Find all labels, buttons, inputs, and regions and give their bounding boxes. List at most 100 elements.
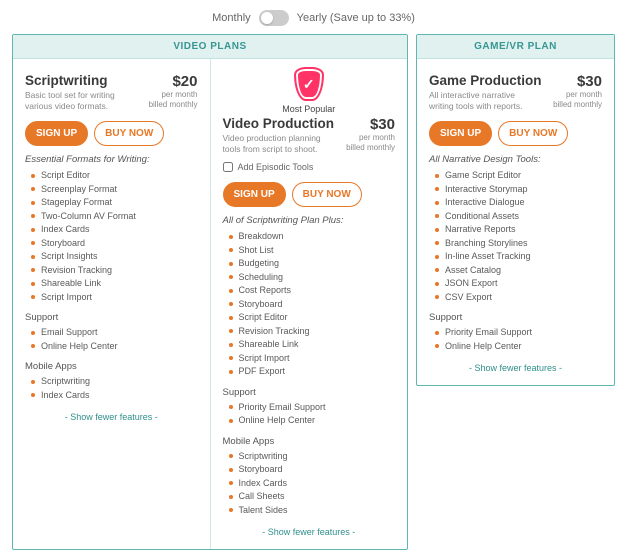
list-item: Script Import [229, 352, 396, 366]
list-item: Scriptwriting [229, 450, 396, 464]
plan-price-note: billed monthly [149, 100, 198, 110]
group-header-game: GAME/VR PLAN [417, 35, 614, 59]
list-item: Breakdown [229, 230, 396, 244]
mobile-list: ScriptwritingIndex Cards [25, 375, 198, 402]
signup-button[interactable]: SIGN UP [429, 121, 492, 146]
list-item: Budgeting [229, 257, 396, 271]
features-title: All Narrative Design Tools: [429, 154, 602, 165]
list-item: Index Cards [229, 477, 396, 491]
list-item: Storyboard [229, 298, 396, 312]
features-title: Essential Formats for Writing: [25, 154, 198, 165]
list-item: Online Help Center [31, 340, 198, 354]
plan-title: Scriptwriting [25, 73, 130, 88]
billing-toggle[interactable] [259, 10, 289, 26]
most-popular-badge: ✓ Most Popular [223, 67, 396, 114]
list-item: Index Cards [31, 389, 198, 403]
buynow-button[interactable]: BUY NOW [292, 182, 362, 207]
group-header-video: VIDEO PLANS [13, 35, 407, 59]
list-item: Index Cards [31, 223, 198, 237]
list-item: Scriptwriting [31, 375, 198, 389]
list-item: Online Help Center [229, 414, 396, 428]
support-list: Email SupportOnline Help Center [25, 326, 198, 353]
list-item: Screenplay Format [31, 183, 198, 197]
list-item: In-line Asset Tracking [435, 250, 602, 264]
list-item: Talent Sides [229, 504, 396, 518]
plan-title: Game Production [429, 73, 542, 88]
list-item: Priority Email Support [435, 326, 602, 340]
list-item: Shot List [229, 244, 396, 258]
shield-check-icon: ✓ [294, 67, 324, 101]
list-item: Revision Tracking [229, 325, 396, 339]
most-popular-label: Most Popular [282, 104, 335, 114]
plan-card-video-production: ✓ Most Popular Video Production Video pr… [210, 59, 408, 549]
billing-yearly-label: Yearly (Save up to 33%) [297, 12, 415, 24]
plan-subtitle: Video production planning tools from scr… [223, 133, 328, 154]
list-item: Interactive Storymap [435, 183, 602, 197]
plan-price: $30 [553, 73, 602, 90]
list-item: Email Support [31, 326, 198, 340]
signup-button[interactable]: SIGN UP [223, 182, 286, 207]
list-item: Script Editor [229, 311, 396, 325]
plan-price-note: billed monthly [346, 143, 395, 153]
plan-group-game: GAME/VR PLAN Game Production All interac… [416, 34, 615, 386]
billing-monthly-label: Monthly [212, 12, 251, 24]
plan-card-game-production: Game Production All interactive narrativ… [417, 59, 614, 385]
list-item: Revision Tracking [31, 264, 198, 278]
add-episodic-checkbox[interactable] [223, 162, 233, 172]
list-item: Two-Column AV Format [31, 210, 198, 224]
list-item: Online Help Center [435, 340, 602, 354]
mobile-label: Mobile Apps [25, 361, 198, 372]
show-fewer-link[interactable]: - Show fewer features - [223, 527, 396, 537]
list-item: Script Editor [31, 169, 198, 183]
plan-price: $30 [346, 116, 395, 133]
list-item: CSV Export [435, 291, 602, 305]
plan-price-note: per month [346, 133, 395, 143]
show-fewer-link[interactable]: - Show fewer features - [429, 363, 602, 373]
mobile-label: Mobile Apps [223, 436, 396, 447]
plan-card-scriptwriting: Scriptwriting Basic tool set for writing… [13, 59, 210, 549]
add-episodic-label: Add Episodic Tools [238, 162, 314, 172]
list-item: Shareable Link [229, 338, 396, 352]
plan-title: Video Production [223, 116, 335, 131]
plans-row: VIDEO PLANS Scriptwriting Basic tool set… [12, 34, 615, 550]
support-label: Support [223, 387, 396, 398]
support-label: Support [429, 312, 602, 323]
list-item: Storyboard [31, 237, 198, 251]
list-item: Call Sheets [229, 490, 396, 504]
plan-price-note: per month [149, 90, 198, 100]
list-item: Asset Catalog [435, 264, 602, 278]
mobile-list: ScriptwritingStoryboardIndex CardsCall S… [223, 450, 396, 518]
support-label: Support [25, 312, 198, 323]
list-item: Narrative Reports [435, 223, 602, 237]
list-item: Game Script Editor [435, 169, 602, 183]
list-item: Interactive Dialogue [435, 196, 602, 210]
buynow-button[interactable]: BUY NOW [498, 121, 568, 146]
buynow-button[interactable]: BUY NOW [94, 121, 164, 146]
feature-list: Script EditorScreenplay FormatStageplay … [25, 169, 198, 304]
list-item: Script Insights [31, 250, 198, 264]
list-item: Cost Reports [229, 284, 396, 298]
signup-button[interactable]: SIGN UP [25, 121, 88, 146]
list-item: Priority Email Support [229, 401, 396, 415]
list-item: Branching Storylines [435, 237, 602, 251]
show-fewer-link[interactable]: - Show fewer features - [25, 412, 198, 422]
list-item: Conditional Assets [435, 210, 602, 224]
list-item: PDF Export [229, 365, 396, 379]
plan-subtitle: Basic tool set for writing various video… [25, 90, 130, 111]
list-item: Stageplay Format [31, 196, 198, 210]
list-item: Scheduling [229, 271, 396, 285]
feature-list: Game Script EditorInteractive StorymapIn… [429, 169, 602, 304]
plan-price-note: per month [553, 90, 602, 100]
billing-toggle-row: Monthly Yearly (Save up to 33%) [12, 10, 615, 26]
plan-subtitle: All interactive narrative writing tools … [429, 90, 534, 111]
plan-price: $20 [149, 73, 198, 90]
plan-price-note: billed monthly [553, 100, 602, 110]
support-list: Priority Email SupportOnline Help Center [223, 401, 396, 428]
add-episodic-row[interactable]: Add Episodic Tools [223, 162, 396, 172]
list-item: JSON Export [435, 277, 602, 291]
list-item: Script Import [31, 291, 198, 305]
list-item: Shareable Link [31, 277, 198, 291]
plan-group-video: VIDEO PLANS Scriptwriting Basic tool set… [12, 34, 408, 550]
list-item: Storyboard [229, 463, 396, 477]
support-list: Priority Email SupportOnline Help Center [429, 326, 602, 353]
